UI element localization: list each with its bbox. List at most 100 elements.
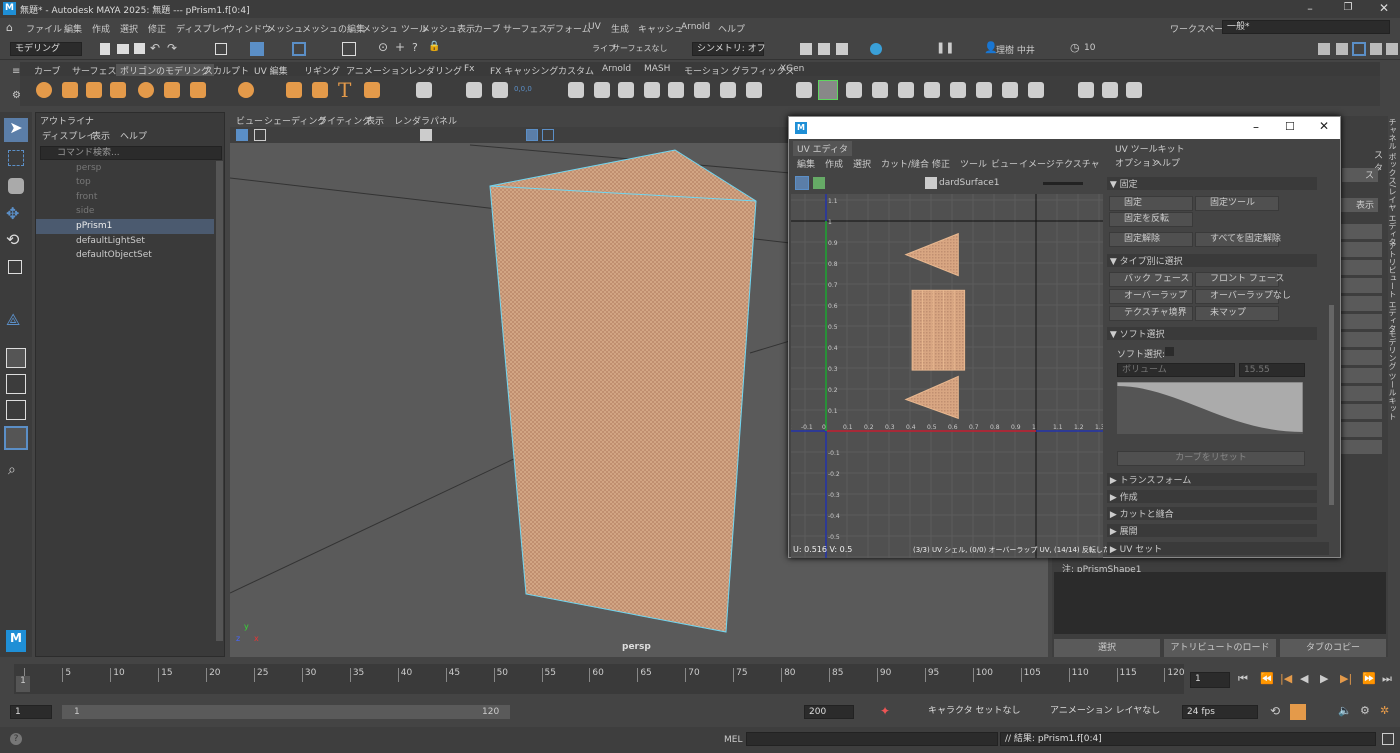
no-overlap-button[interactable]: オーバーラップなし bbox=[1195, 289, 1291, 304]
uv-menu-select[interactable]: 選択 bbox=[853, 157, 871, 170]
combine-icon[interactable] bbox=[466, 82, 482, 98]
lock-icon[interactable]: 🔒 bbox=[428, 41, 440, 52]
menu-generate[interactable]: 生成 bbox=[611, 22, 629, 35]
menu-mesh-display[interactable]: メッシュ表示 bbox=[421, 22, 475, 35]
range-slider[interactable] bbox=[62, 705, 510, 719]
character-set-select[interactable]: キャラクタ セットなし bbox=[924, 705, 1034, 719]
menu-window[interactable]: ウィンドウ bbox=[226, 22, 271, 35]
auto-key-icon[interactable]: ✦ bbox=[880, 704, 890, 718]
vtab-modeling-toolkit[interactable]: モデリング ツールキット bbox=[1387, 330, 1398, 421]
texture-border-button[interactable]: テクスチャ境界 bbox=[1109, 306, 1193, 321]
menu-display[interactable]: ディスプレイ bbox=[176, 22, 229, 35]
uv-canvas[interactable]: -0.2 -0.1 0 0.1 0.2 0.3 0.4 0.5 0.6 0.7 0.8 0.9 1 1.1… bbox=[791, 194, 1103, 558]
append-icon[interactable] bbox=[898, 82, 914, 98]
uv-window-maximize[interactable]: ☐ bbox=[1285, 120, 1295, 133]
soft-select-checkbox[interactable] bbox=[1165, 347, 1174, 356]
section-unfold-header[interactable]: ▶ 展開 bbox=[1107, 524, 1317, 537]
uv-shade-icon[interactable] bbox=[813, 177, 825, 189]
outliner-search-input[interactable]: コマンド検索... bbox=[40, 146, 222, 160]
play-back-icon[interactable]: ◀ bbox=[1300, 672, 1308, 685]
pencil-icon[interactable] bbox=[1078, 82, 1094, 98]
reset-curve-button[interactable]: カーブをリセット bbox=[1117, 451, 1305, 466]
ipr-render-icon[interactable] bbox=[818, 43, 830, 55]
step-forward-icon[interactable]: ▶| bbox=[1340, 672, 1352, 685]
current-frame-field[interactable]: 1 bbox=[1190, 672, 1230, 688]
move-tool-icon[interactable]: ✥ bbox=[6, 204, 19, 223]
vp-menu-panels[interactable]: パネル bbox=[430, 114, 457, 127]
section-pin-header[interactable]: ▼ 固定 bbox=[1107, 177, 1317, 190]
outliner-item-persp[interactable]: persp bbox=[76, 163, 101, 177]
settings-icon[interactable]: ⚙ bbox=[1360, 704, 1370, 717]
outliner-menu-show[interactable]: 表示 bbox=[92, 129, 110, 142]
poly-torus-icon[interactable] bbox=[138, 82, 154, 98]
target-weld-icon[interactable] bbox=[950, 82, 966, 98]
uv-menu-image[interactable]: イメージ bbox=[1019, 157, 1055, 170]
cmd-language-label[interactable]: MEL bbox=[724, 735, 742, 745]
create-polygon-icon[interactable] bbox=[416, 82, 432, 98]
falloff-curve-graph[interactable] bbox=[1117, 382, 1303, 434]
uv-window-close[interactable]: ✕ bbox=[1319, 119, 1329, 133]
outliner-item-top[interactable]: top bbox=[76, 177, 91, 191]
remesh-icon[interactable] bbox=[720, 82, 736, 98]
live-surface-label[interactable]: サーフェスなし bbox=[612, 43, 668, 54]
outliner-item-default-light-set[interactable]: defaultLightSet bbox=[76, 236, 145, 250]
open-scene-icon[interactable] bbox=[117, 44, 129, 54]
maya-home-icon[interactable]: M bbox=[6, 630, 26, 652]
current-frame-marker[interactable]: 1 bbox=[16, 676, 30, 692]
type-tool-icon[interactable]: T bbox=[338, 78, 351, 102]
poly-cylinder-icon[interactable] bbox=[86, 82, 102, 98]
workspace-select[interactable]: 一般* bbox=[1222, 20, 1390, 34]
uv-menu-cut-sew[interactable]: カット/縫合 bbox=[881, 157, 929, 170]
loop-icon[interactable]: ⟲ bbox=[1270, 704, 1280, 718]
coord-000-icon[interactable]: 0,0,0 bbox=[514, 85, 532, 93]
slide-icon[interactable] bbox=[1002, 82, 1018, 98]
shelf-tab-mash[interactable]: MASH bbox=[644, 64, 670, 74]
overlap-button[interactable]: オーバーラップ bbox=[1109, 289, 1193, 304]
notification-count[interactable]: 10 bbox=[1084, 43, 1095, 53]
search-tool-icon[interactable]: ⌕ bbox=[8, 462, 16, 478]
shelf-tab-arnold[interactable]: Arnold bbox=[602, 64, 631, 74]
render-icon[interactable] bbox=[800, 43, 812, 55]
mirror-icon[interactable] bbox=[618, 82, 634, 98]
anim-layer-select[interactable]: アニメーション レイヤなし bbox=[1046, 705, 1164, 719]
uv-window-minimize[interactable]: – bbox=[1253, 120, 1259, 134]
menu-mesh[interactable]: メッシュ bbox=[267, 22, 303, 35]
snap-point-icon[interactable]: ⊙ bbox=[378, 40, 388, 54]
vp-menu-show[interactable]: 表示 bbox=[366, 114, 384, 127]
layout-icon-e[interactable] bbox=[1386, 43, 1398, 55]
soft-select-value-field[interactable]: 15.55 bbox=[1239, 363, 1305, 377]
uv-menu-modify[interactable]: 修正 bbox=[932, 157, 950, 170]
vp-menu-renderer[interactable]: レンダラ bbox=[394, 114, 430, 127]
cmd-input[interactable] bbox=[746, 732, 998, 746]
help-circle-icon[interactable]: ? bbox=[10, 733, 22, 745]
outliner-item-default-object-set[interactable]: defaultObjectSet bbox=[76, 250, 152, 264]
select-mode-icon[interactable] bbox=[215, 43, 227, 55]
select-component-icon[interactable] bbox=[250, 42, 264, 56]
outliner-item-front[interactable]: front bbox=[76, 192, 97, 206]
vp-smooth-shade-icon[interactable] bbox=[420, 129, 432, 141]
uv-exposure-slider[interactable] bbox=[1043, 182, 1083, 185]
uv-texture-name[interactable]: dardSurface1 bbox=[939, 178, 1000, 188]
menu-file[interactable]: ファイル bbox=[26, 22, 62, 35]
paint-select-tool-icon[interactable] bbox=[8, 178, 24, 194]
poly-disc-icon[interactable] bbox=[190, 82, 206, 98]
poly-plane-icon[interactable] bbox=[164, 82, 180, 98]
hypershade-icon[interactable] bbox=[870, 43, 882, 55]
uv-toolkit-menu-help[interactable]: ヘルプ bbox=[1153, 156, 1180, 169]
layout-two-icon[interactable] bbox=[6, 400, 26, 420]
menu-select[interactable]: 選択 bbox=[120, 22, 138, 35]
poly-helix-icon[interactable] bbox=[312, 82, 328, 98]
section-create-header[interactable]: ▶ 作成 bbox=[1107, 490, 1317, 503]
menu-arnold[interactable]: Arnold bbox=[681, 22, 710, 32]
menu-set-select[interactable]: モデリング bbox=[10, 42, 82, 56]
select-object-icon[interactable] bbox=[292, 42, 306, 56]
step-back-key-icon[interactable]: ⏪ bbox=[1260, 672, 1274, 685]
merge-icon[interactable] bbox=[872, 82, 888, 98]
svg-tool-icon[interactable] bbox=[364, 82, 380, 98]
go-to-start-icon[interactable]: ⏮ bbox=[1238, 672, 1248, 686]
uv-menu-texture[interactable]: テクスチャ bbox=[1055, 157, 1100, 170]
script-editor-icon[interactable] bbox=[1382, 733, 1394, 745]
smooth-icon[interactable] bbox=[568, 82, 584, 98]
layout-icon-a[interactable] bbox=[1318, 43, 1330, 55]
menu-edit-mesh[interactable]: メッシュの編集 bbox=[302, 22, 365, 35]
